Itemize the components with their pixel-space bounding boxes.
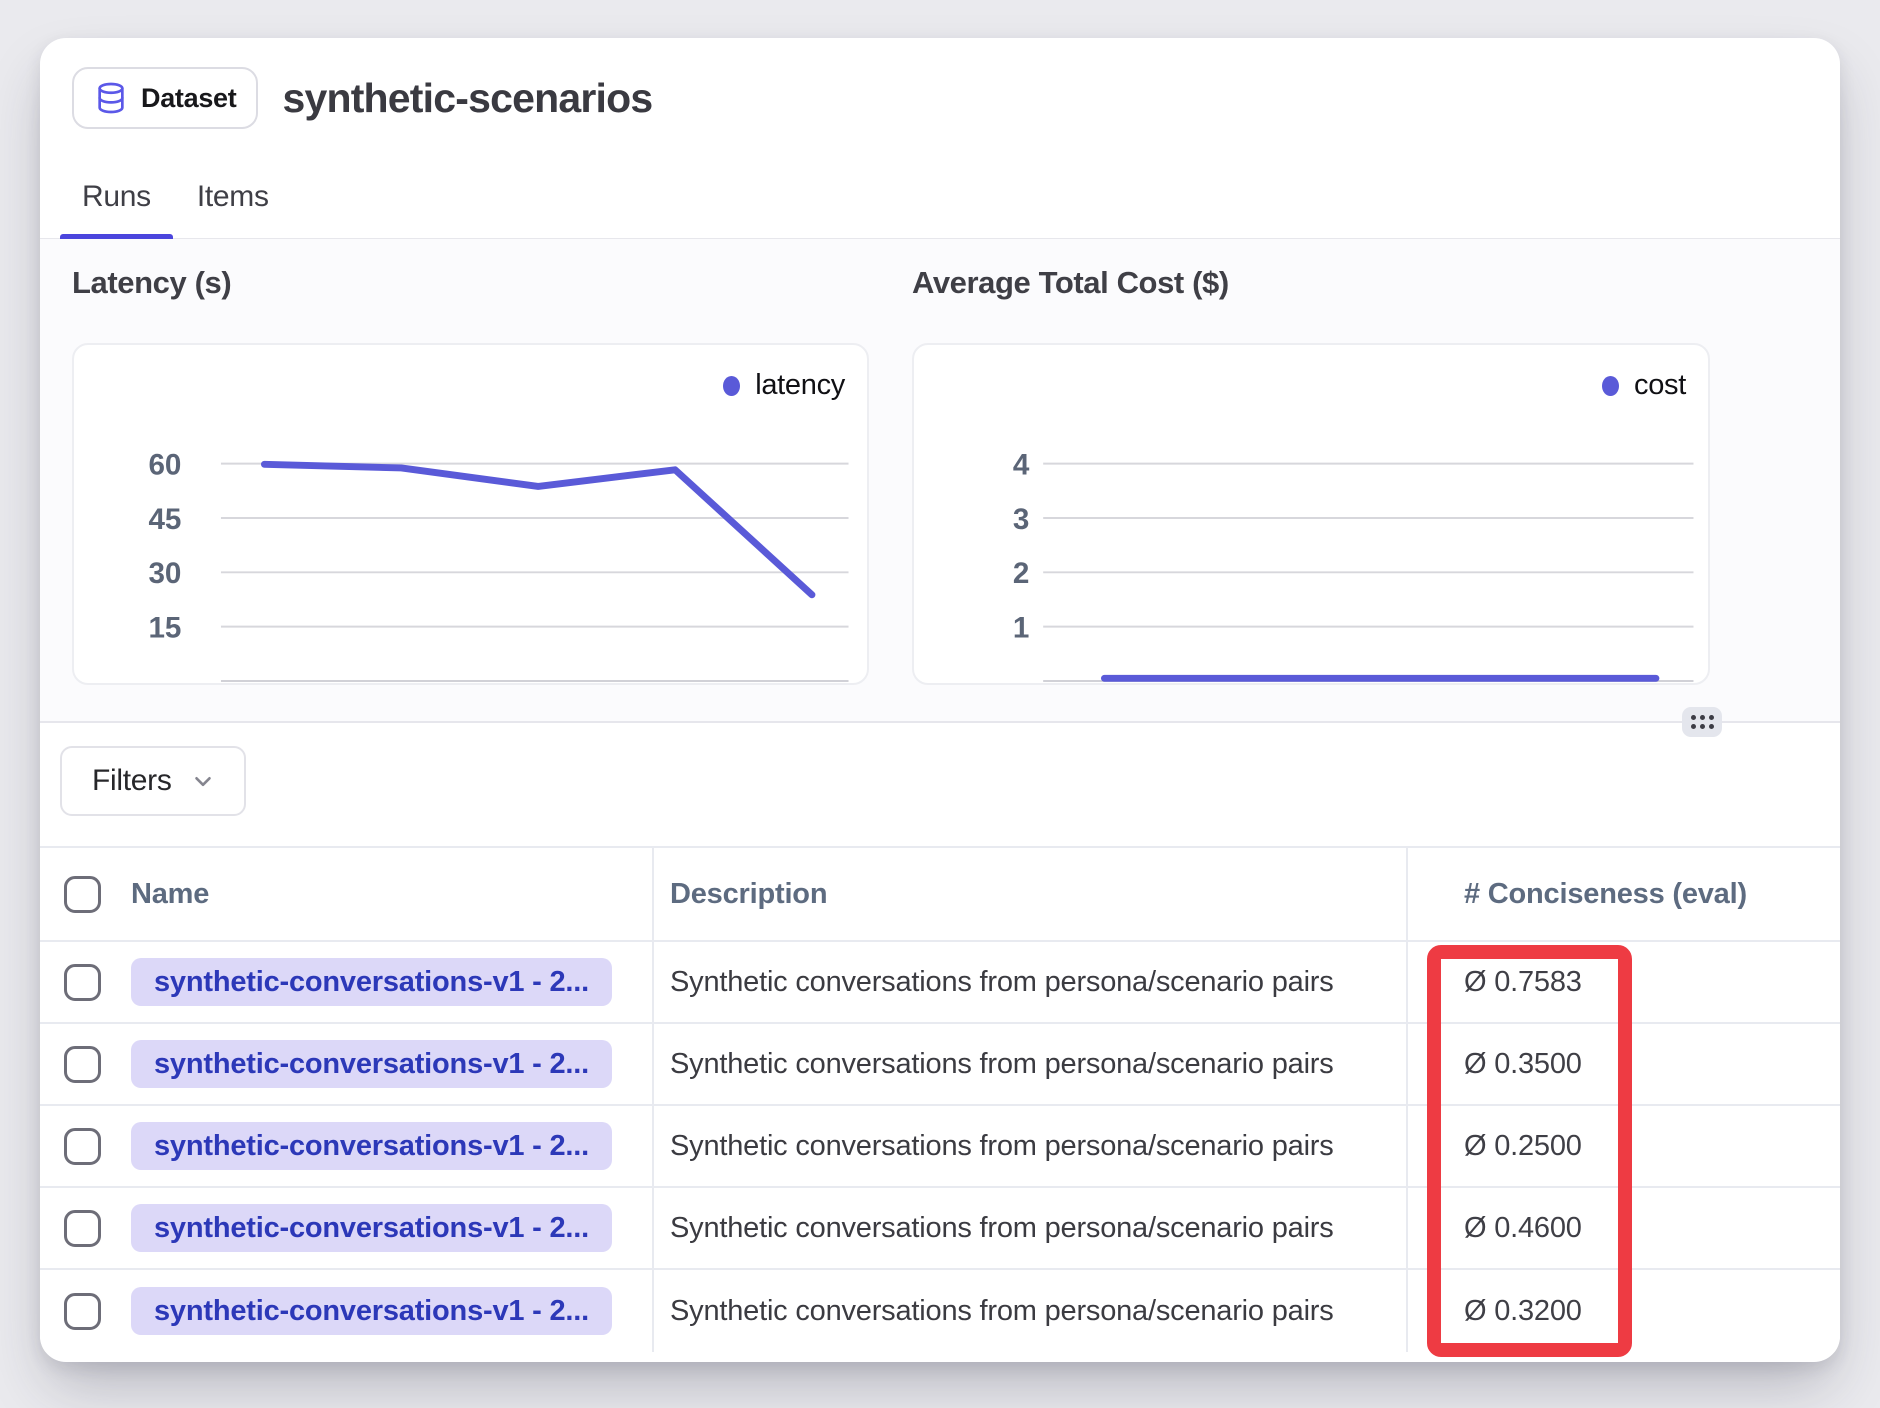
row-cell-conciseness: Ø 0.7583 (1406, 942, 1840, 1022)
section-divider (40, 721, 1840, 723)
database-icon (94, 81, 128, 115)
svg-text:30: 30 (148, 557, 181, 590)
table-row: synthetic-conversations-v1 - 2... Synthe… (40, 1188, 1840, 1270)
header-cell-name: Name (40, 848, 652, 940)
row-checkbox[interactable] (64, 1046, 101, 1083)
filters-button-label: Filters (92, 764, 172, 798)
filters-row: Filters (60, 746, 246, 816)
row-cell-conciseness: Ø 0.3200 (1406, 1270, 1840, 1352)
svg-text:60: 60 (148, 448, 181, 481)
panel-header: Dataset synthetic-scenarios (40, 38, 1840, 130)
row-checkbox[interactable] (64, 1210, 101, 1247)
grip-dots-icon (1691, 715, 1714, 729)
run-description: Synthetic conversations from persona/sce… (670, 966, 1334, 999)
conciseness-value: Ø 0.3200 (1464, 1295, 1582, 1328)
column-header-name: Name (131, 878, 209, 911)
cost-legend-dot (1602, 376, 1619, 396)
conciseness-value: Ø 0.3500 (1464, 1048, 1582, 1081)
dataset-badge: Dataset (72, 67, 258, 129)
table-body: synthetic-conversations-v1 - 2... Synthe… (40, 942, 1840, 1352)
svg-text:4: 4 (1013, 448, 1030, 481)
row-cell-name: synthetic-conversations-v1 - 2... (40, 1024, 652, 1104)
row-cell-name: synthetic-conversations-v1 - 2... (40, 1106, 652, 1186)
svg-text:45: 45 (148, 503, 181, 536)
latency-chart-title: Latency (s) (72, 265, 231, 301)
page-background: { "header": { "badge": "Dataset", "title… (0, 0, 1880, 1408)
charts-section: Latency (s) Average Total Cost ($) 60 45 3… (40, 239, 1840, 722)
tab-items[interactable]: Items (197, 180, 269, 238)
run-name-link[interactable]: synthetic-conversations-v1 - 2... (131, 1204, 612, 1252)
run-description: Synthetic conversations from persona/sce… (670, 1212, 1334, 1245)
runs-table: Name Description # Conciseness (eval) sy… (40, 846, 1840, 1352)
tab-bar: Runs Items (40, 180, 1840, 240)
cost-chart-plot: 4 3 2 1 (914, 345, 1708, 683)
table-row: synthetic-conversations-v1 - 2... Synthe… (40, 942, 1840, 1024)
run-name-link[interactable]: synthetic-conversations-v1 - 2... (131, 958, 612, 1006)
conciseness-value: Ø 0.7583 (1464, 966, 1582, 999)
table-row: synthetic-conversations-v1 - 2... Synthe… (40, 1270, 1840, 1352)
row-cell-conciseness: Ø 0.3500 (1406, 1024, 1840, 1104)
dataset-panel: Dataset synthetic-scenarios Runs Items L… (40, 38, 1840, 1362)
row-cell-conciseness: Ø 0.4600 (1406, 1188, 1840, 1268)
run-name-link[interactable]: synthetic-conversations-v1 - 2... (131, 1287, 612, 1335)
cost-chart-title: Average Total Cost ($) (912, 265, 1229, 301)
row-cell-description: Synthetic conversations from persona/sce… (652, 1188, 1406, 1268)
table-row: synthetic-conversations-v1 - 2... Synthe… (40, 1024, 1840, 1106)
latency-legend[interactable]: latency (723, 369, 845, 402)
row-cell-name: synthetic-conversations-v1 - 2... (40, 1270, 652, 1352)
page-title: synthetic-scenarios (282, 75, 652, 122)
table-header-row: Name Description # Conciseness (eval) (40, 846, 1840, 942)
row-checkbox[interactable] (64, 1128, 101, 1165)
run-description: Synthetic conversations from persona/sce… (670, 1130, 1334, 1163)
run-description: Synthetic conversations from persona/sce… (670, 1295, 1334, 1328)
run-name-link[interactable]: synthetic-conversations-v1 - 2... (131, 1122, 612, 1170)
header-cell-description: Description (652, 848, 1406, 940)
row-cell-conciseness: Ø 0.2500 (1406, 1106, 1840, 1186)
row-checkbox[interactable] (64, 964, 101, 1001)
svg-text:15: 15 (148, 612, 181, 645)
row-cell-name: synthetic-conversations-v1 - 2... (40, 942, 652, 1022)
chevron-down-icon (190, 768, 216, 794)
row-cell-description: Synthetic conversations from persona/sce… (652, 942, 1406, 1022)
svg-text:3: 3 (1013, 503, 1029, 536)
svg-text:1: 1 (1013, 612, 1029, 645)
column-header-conciseness: # Conciseness (eval) (1464, 878, 1747, 911)
row-cell-name: synthetic-conversations-v1 - 2... (40, 1188, 652, 1268)
row-cell-description: Synthetic conversations from persona/sce… (652, 1106, 1406, 1186)
cost-legend[interactable]: cost (1602, 369, 1686, 402)
run-description: Synthetic conversations from persona/sce… (670, 1048, 1334, 1081)
row-cell-description: Synthetic conversations from persona/sce… (652, 1024, 1406, 1104)
cost-chart: 4 3 2 1 cost (912, 343, 1710, 685)
run-name-link[interactable]: synthetic-conversations-v1 - 2... (131, 1040, 612, 1088)
table-row: synthetic-conversations-v1 - 2... Synthe… (40, 1106, 1840, 1188)
tab-runs[interactable]: Runs (82, 180, 151, 238)
dataset-badge-label: Dataset (141, 83, 236, 114)
latency-chart: 60 45 30 15 latency (72, 343, 869, 685)
cost-legend-label: cost (1634, 369, 1686, 402)
select-all-checkbox[interactable] (64, 876, 101, 913)
header-cell-conciseness: # Conciseness (eval) (1406, 848, 1840, 940)
row-cell-description: Synthetic conversations from persona/sce… (652, 1270, 1406, 1352)
latency-legend-dot (723, 376, 740, 396)
filters-button[interactable]: Filters (60, 746, 246, 816)
row-checkbox[interactable] (64, 1293, 101, 1330)
column-header-description: Description (670, 878, 827, 911)
drag-handle-icon[interactable] (1682, 707, 1722, 737)
svg-text:2: 2 (1013, 557, 1029, 590)
latency-legend-label: latency (755, 369, 845, 402)
conciseness-value: Ø 0.4600 (1464, 1212, 1582, 1245)
conciseness-value: Ø 0.2500 (1464, 1130, 1582, 1163)
